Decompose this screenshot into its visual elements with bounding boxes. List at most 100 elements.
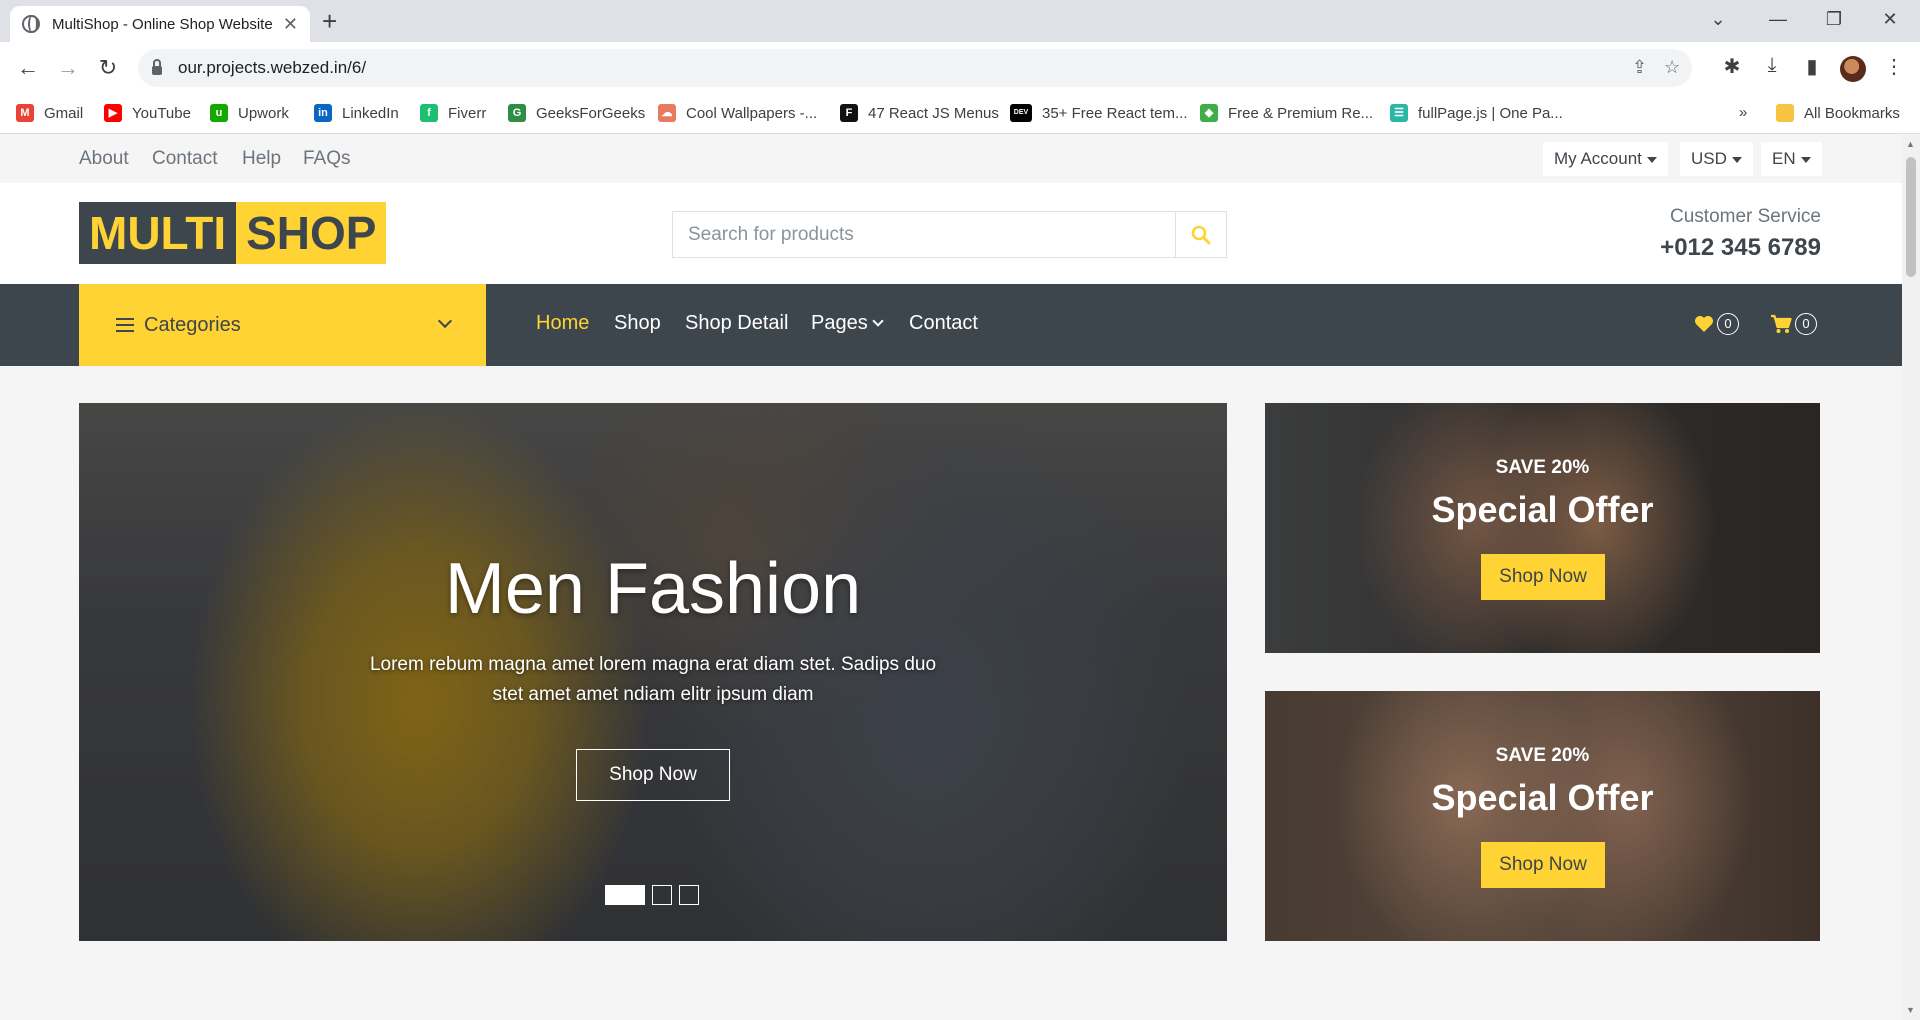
my-account-dropdown[interactable]: My Account [1543,142,1668,176]
wishlist-count: 0 [1717,313,1739,335]
bookmark-favicon-icon: ☁ [658,104,676,122]
bars-icon [116,318,134,332]
web-page: About Contact Help FAQs My Account USD E… [0,135,1902,1020]
bookmark-favicon-icon: DEV [1010,104,1032,122]
categories-toggle[interactable]: Categories [79,284,486,366]
hero-carousel[interactable]: Men Fashion Lorem rebum magna amet lorem… [79,403,1227,941]
carousel-indicator[interactable] [679,885,699,905]
offer-title: Special Offer [1431,489,1654,530]
maximize-icon[interactable]: ❐ [1814,4,1854,34]
lock-icon [152,58,162,75]
top-bar: About Contact Help FAQs My Account USD E… [0,135,1902,183]
bookmark-label: 35+ Free React tem... [1042,104,1188,122]
scrollbar-thumb[interactable] [1906,157,1916,277]
extensions-icon[interactable]: ✱ [1718,54,1746,79]
bookmark-item[interactable]: f Fiverr [420,104,486,122]
nav-shop[interactable]: Shop [614,312,661,335]
close-tab-icon[interactable]: ✕ [283,14,298,35]
bookmark-item[interactable]: DEV 35+ Free React tem... [1010,104,1187,122]
bookmark-favicon-icon: G [508,104,526,122]
bookmark-item[interactable]: ▶ YouTube [104,104,191,122]
scroll-down-icon[interactable]: ▼ [1906,1005,1915,1015]
offer-shop-now-button[interactable]: Shop Now [1481,554,1605,600]
bookmark-label: Gmail [44,104,84,122]
bookmark-favicon-icon: M [16,104,34,122]
offer-title: Special Offer [1431,777,1654,818]
top-link-about[interactable]: About [79,148,129,170]
carousel-shop-now-button[interactable]: Shop Now [576,749,730,801]
menu-icon[interactable]: ⋮ [1880,54,1908,79]
nav-shop-detail[interactable]: Shop Detail [685,312,788,335]
more-bookmarks-icon[interactable]: » [1739,104,1747,121]
url-text: our.projects.webzed.in/6/ [178,58,367,77]
all-bookmarks[interactable]: All Bookmarks [1776,104,1900,122]
bookmark-item[interactable]: M Gmail [16,104,83,122]
bookmark-item[interactable]: G GeeksForGeeks [508,104,645,122]
bookmark-label: fullPage.js | One Pa... [1418,104,1563,122]
search-input[interactable] [673,212,1175,257]
folder-icon [1776,104,1794,122]
offer-card[interactable]: SAVE 20% Special Offer Shop Now [1265,403,1820,653]
wishlist-link[interactable]: 0 [1694,313,1739,335]
bookmark-star-icon[interactable]: ☆ [1664,57,1680,78]
nav-home[interactable]: Home [536,312,589,335]
bookmark-item[interactable]: in LinkedIn [314,104,399,122]
bookmark-label: Upwork [238,104,289,122]
bookmark-favicon-icon: f [420,104,438,122]
browser-tab[interactable]: MultiShop - Online Shop Website ✕ [10,6,310,42]
tab-search-icon[interactable]: ⌄ [1698,4,1738,34]
bookmark-label: GeeksForGeeks [536,104,646,122]
top-link-help[interactable]: Help [242,148,281,170]
top-link-contact[interactable]: Contact [152,148,217,170]
main-navbar: Categories Home Shop Shop Detail Pages C… [0,284,1902,366]
page-scrollbar[interactable]: ▲ ▼ [1902,135,1920,1020]
bookmark-item[interactable]: ☁ Cool Wallpapers -... [658,104,817,122]
tab-title: MultiShop - Online Shop Website [52,15,272,33]
bookmark-favicon-icon: ◆ [1200,104,1218,122]
cart-count: 0 [1795,313,1817,335]
nav-pages-label: Pages [811,312,868,334]
currency-dropdown[interactable]: USD [1680,142,1753,176]
reload-icon[interactable]: ↻ [92,52,124,84]
forward-icon[interactable]: → [52,52,84,84]
bookmark-item[interactable]: ☰ fullPage.js | One Pa... [1390,104,1563,122]
offer-shop-now-button[interactable]: Shop Now [1481,842,1605,888]
caret-down-icon [1731,156,1742,163]
search-form [672,211,1227,258]
close-window-icon[interactable]: ✕ [1870,4,1910,34]
offer-card[interactable]: SAVE 20% Special Offer Shop Now [1265,691,1820,941]
carousel-indicators [605,885,699,905]
address-bar[interactable]: our.projects.webzed.in/6/ ⇪ ☆ [138,49,1692,87]
back-icon[interactable]: ← [12,52,44,84]
currency-label: USD [1691,149,1727,168]
caret-down-icon [1646,156,1657,163]
offer-discount: SAVE 20% [1495,745,1590,766]
search-button[interactable] [1175,212,1226,257]
bookmark-favicon-icon: u [210,104,228,122]
bookmark-favicon-icon: F [840,104,858,122]
carousel-indicator[interactable] [605,885,645,905]
bookmark-item[interactable]: ◆ Free & Premium Re... [1200,104,1373,122]
cart-link[interactable]: 0 [1770,313,1817,335]
minimize-icon[interactable]: — [1758,4,1798,34]
categories-label: Categories [144,313,241,336]
heart-icon [1695,316,1713,332]
share-icon[interactable]: ⇪ [1632,57,1647,78]
carousel-title: Men Fashion [444,549,862,629]
site-logo[interactable]: MULTI SHOP [79,202,387,264]
side-panel-icon[interactable]: ▮ [1798,54,1826,79]
bookmark-item[interactable]: F 47 React JS Menus [840,104,999,122]
nav-pages[interactable]: Pages [811,312,884,335]
top-link-faqs[interactable]: FAQs [303,148,351,170]
profile-avatar[interactable] [1840,56,1866,82]
bookmark-item[interactable]: u Upwork [210,104,289,122]
language-label: EN [1772,149,1796,168]
scroll-up-icon[interactable]: ▲ [1906,139,1915,149]
download-icon[interactable]: ⤓ [1758,54,1786,77]
site-header: MULTI SHOP Customer Service +012 345 678… [0,183,1902,284]
new-tab-button[interactable]: + [322,6,337,36]
nav-contact[interactable]: Contact [909,312,978,335]
carousel-indicator[interactable] [652,885,672,905]
language-dropdown[interactable]: EN [1761,142,1822,176]
shopping-cart-icon [1771,314,1792,333]
